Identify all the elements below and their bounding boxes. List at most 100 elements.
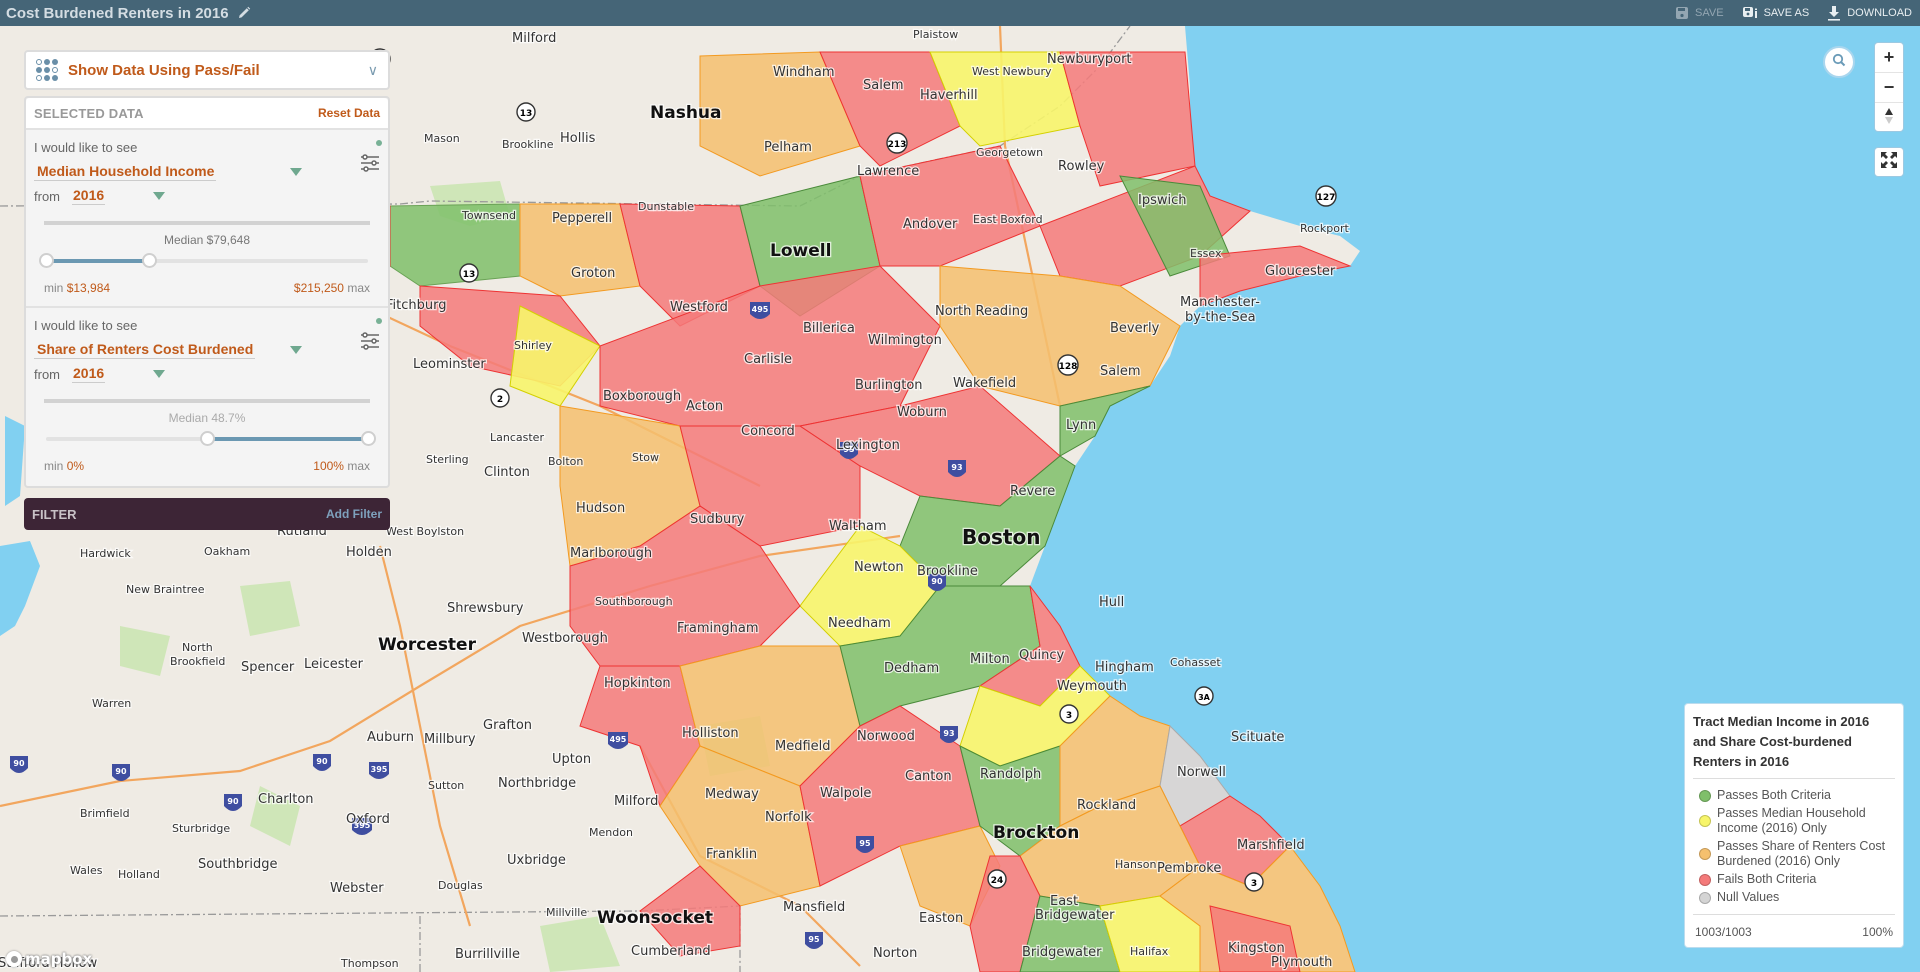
svg-text:Holden: Holden: [346, 545, 392, 560]
svg-text:North Reading: North Reading: [935, 304, 1028, 319]
svg-text:Rockport: Rockport: [1300, 222, 1350, 235]
svg-text:Beverly: Beverly: [1110, 321, 1160, 336]
variable-select[interactable]: Share of Renters Cost Burdened: [34, 341, 380, 359]
svg-text:Auburn: Auburn: [367, 730, 414, 745]
fullscreen-button[interactable]: [1874, 147, 1904, 177]
reset-data-button[interactable]: Reset Data: [318, 106, 380, 120]
sliders-settings-icon[interactable]: [360, 332, 380, 350]
svg-text:Cohasset: Cohasset: [1170, 656, 1221, 669]
legend-item-label: Passes Both Criteria: [1717, 788, 1831, 802]
svg-text:East Boxford: East Boxford: [973, 213, 1043, 226]
swatch-circle-icon: [1699, 848, 1711, 860]
svg-text:13: 13: [520, 109, 533, 119]
min-value: 0%: [66, 459, 85, 473]
zoom-in-button[interactable]: +: [1875, 43, 1903, 73]
svg-text:Shirley: Shirley: [514, 339, 552, 352]
svg-text:495: 495: [752, 305, 769, 314]
slider-handle-max[interactable]: [142, 253, 158, 268]
svg-text:Norwood: Norwood: [857, 729, 915, 744]
svg-text:Holliston: Holliston: [682, 726, 739, 741]
svg-text:Lawrence: Lawrence: [857, 164, 919, 179]
svg-text:Acton: Acton: [686, 399, 723, 414]
svg-text:93: 93: [943, 729, 954, 738]
legend-item[interactable]: Null Values: [1699, 890, 1895, 905]
swatch-circle-icon: [1699, 789, 1711, 802]
mapbox-logo[interactable]: mapbox: [6, 950, 92, 968]
legend-item-label: Passes Share of Renters Cost Burdened (2…: [1717, 839, 1886, 868]
save-as-button[interactable]: SAVE AS: [1742, 6, 1809, 20]
tract-count: 1003/1003: [1695, 925, 1752, 939]
svg-text:Dunstable: Dunstable: [638, 200, 694, 213]
selected-data-title: SELECTED DATA: [34, 105, 144, 121]
compass-button[interactable]: [1875, 103, 1903, 133]
variable-block-burden: I would like to see Share of Renters Cos…: [26, 308, 388, 486]
svg-text:Milford: Milford: [512, 31, 556, 46]
svg-text:Oxford: Oxford: [346, 812, 390, 827]
svg-text:Halifax: Halifax: [1130, 945, 1169, 958]
svg-text:Wales: Wales: [70, 864, 103, 877]
dropdown-triangle-icon: [153, 192, 166, 200]
year-select[interactable]: 2016: [72, 187, 106, 205]
svg-text:Concord: Concord: [741, 424, 795, 439]
svg-text:Pepperell: Pepperell: [552, 211, 612, 226]
svg-text:Pelham: Pelham: [764, 140, 812, 155]
legend-item[interactable]: Passes Share of Renters Cost Burdened (2…: [1699, 839, 1895, 869]
svg-text:Boxborough: Boxborough: [603, 389, 681, 404]
svg-text:Ipswich: Ipswich: [1138, 193, 1187, 208]
display-mode-dropdown[interactable]: Show Data Using Pass/Fail ∨: [24, 50, 390, 90]
add-filter-button[interactable]: Add Filter: [326, 507, 382, 521]
svg-text:Burlington: Burlington: [855, 378, 923, 393]
svg-text:Pembroke: Pembroke: [1157, 861, 1221, 876]
svg-text:13: 13: [463, 270, 476, 280]
svg-text:2: 2: [497, 395, 503, 405]
svg-text:3: 3: [1251, 879, 1257, 889]
svg-text:Groton: Groton: [571, 266, 615, 281]
legend-item[interactable]: Passes Median Household Income (2016) On…: [1699, 806, 1895, 836]
filter-title: FILTER: [32, 506, 77, 522]
svg-text:Millville: Millville: [546, 906, 587, 919]
svg-text:Warren: Warren: [92, 697, 131, 710]
slider-handle-min[interactable]: [39, 253, 54, 268]
svg-text:Milton: Milton: [970, 652, 1010, 667]
svg-text:Boston: Boston: [962, 525, 1040, 549]
svg-text:Wakefield: Wakefield: [953, 376, 1016, 391]
min-label: min: [44, 281, 64, 295]
slider-handle-max[interactable]: [361, 431, 376, 446]
svg-text:Plymouth: Plymouth: [1271, 955, 1332, 970]
legend-item[interactable]: Passes Both Criteria: [1699, 788, 1895, 803]
zoom-out-button[interactable]: −: [1875, 73, 1903, 103]
legend-items: Passes Both Criteria Passes Median House…: [1693, 779, 1895, 915]
download-button[interactable]: DOWNLOAD: [1827, 5, 1912, 21]
svg-text:Weymouth: Weymouth: [1057, 679, 1127, 694]
median-label: Median $79,648: [163, 233, 251, 247]
range-slider[interactable]: [39, 253, 372, 269]
svg-text:Southborough: Southborough: [595, 595, 673, 608]
svg-text:Franklin: Franklin: [706, 847, 757, 862]
map-search-button[interactable]: [1823, 46, 1855, 78]
fullscreen-icon: [1880, 151, 1898, 174]
svg-text:127: 127: [1317, 193, 1336, 203]
variable-select[interactable]: Median Household Income: [34, 163, 380, 181]
year-select-row: from 2016: [34, 365, 380, 383]
legend-title: Tract Median Income in 2016 and Share Co…: [1693, 712, 1895, 779]
pencil-icon[interactable]: [237, 6, 251, 20]
svg-text:90: 90: [115, 767, 127, 776]
slider-handle-min[interactable]: [200, 431, 215, 446]
legend-item[interactable]: Fails Both Criteria: [1699, 872, 1895, 887]
svg-text:Spencer: Spencer: [241, 660, 295, 675]
sliders-settings-icon[interactable]: [360, 154, 380, 172]
svg-text:Manchester-: Manchester-: [1180, 295, 1260, 310]
year-select[interactable]: 2016: [72, 365, 106, 383]
legend-footer: 1003/1003 100%: [1693, 915, 1895, 941]
svg-text:213: 213: [888, 140, 907, 150]
svg-text:Milford: Milford: [614, 794, 658, 809]
svg-text:Leicester: Leicester: [304, 657, 364, 672]
range-slider[interactable]: [42, 431, 376, 447]
svg-text:Revere: Revere: [1010, 484, 1055, 499]
status-dot: [376, 140, 382, 146]
svg-text:Medway: Medway: [705, 787, 759, 802]
svg-text:Hingham: Hingham: [1095, 660, 1154, 675]
download-icon: [1827, 5, 1841, 21]
save-button[interactable]: SAVE: [1675, 6, 1724, 20]
svg-text:128: 128: [1059, 362, 1078, 372]
